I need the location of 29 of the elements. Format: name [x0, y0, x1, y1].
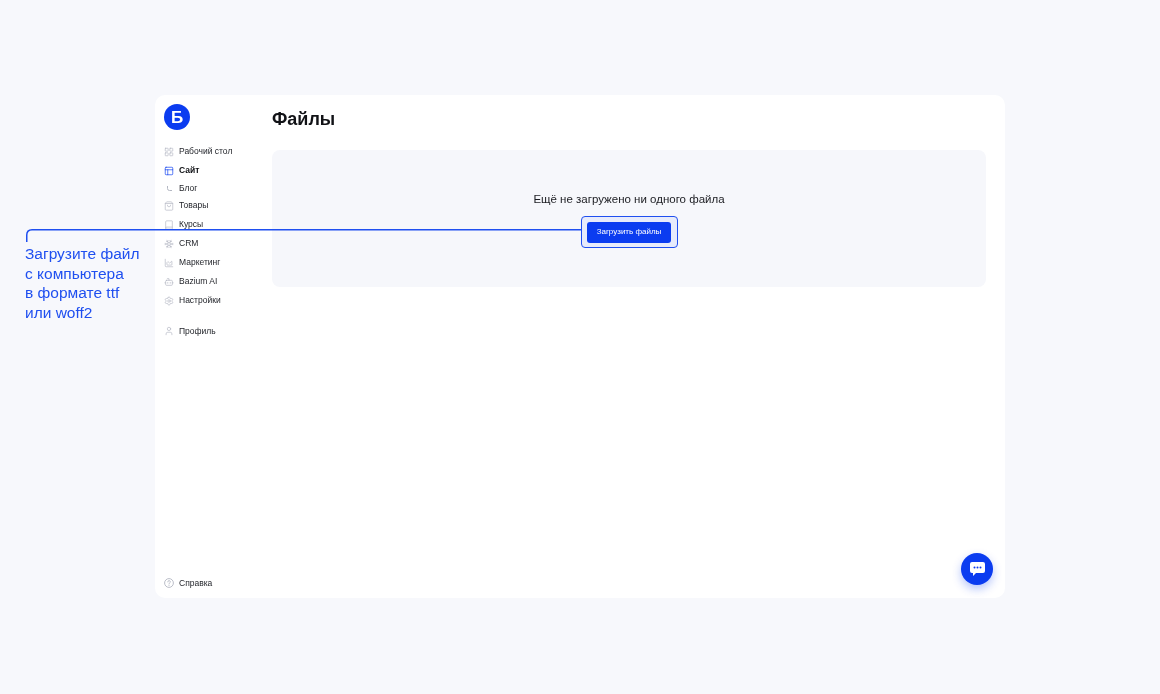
nav-item[interactable]: Настройки — [164, 295, 221, 306]
layout-icon — [164, 165, 174, 176]
bag-icon — [164, 200, 174, 211]
help-icon — [164, 578, 174, 588]
chat-button[interactable] — [961, 553, 993, 585]
upload-button[interactable]: Загрузить файлы — [587, 221, 671, 243]
chat-icon — [969, 562, 985, 576]
grid-icon — [164, 146, 174, 157]
nav-item[interactable]: Сайт — [164, 165, 200, 176]
corner-line-icon — [166, 185, 172, 191]
empty-message: Ещё не загружено ни одного файла — [533, 192, 725, 207]
nav-item[interactable]: Товары — [164, 200, 209, 211]
profile-link[interactable]: Профиль — [164, 326, 216, 336]
nav-item[interactable]: Маркетинг — [164, 257, 221, 268]
snowflake-icon — [164, 238, 174, 249]
nav-subitem[interactable]: Блог — [164, 183, 198, 193]
robot-icon — [164, 276, 174, 287]
help-link[interactable]: Справка — [164, 578, 213, 588]
page-title: Файлы — [272, 108, 336, 131]
user-icon — [164, 326, 174, 336]
logo: Б — [164, 104, 190, 130]
settings-icon — [164, 295, 174, 306]
callout-text: Загрузите файл с компьютера в формате ttf или woff2 — [25, 244, 140, 323]
book-icon — [164, 219, 174, 230]
nav-item[interactable]: Рабочий стол — [164, 146, 233, 157]
nav-item[interactable]: Bazium AI — [164, 276, 218, 287]
chart-icon — [164, 257, 174, 268]
nav-item[interactable]: CRM — [164, 238, 199, 249]
nav-item[interactable]: Курсы — [164, 219, 204, 230]
